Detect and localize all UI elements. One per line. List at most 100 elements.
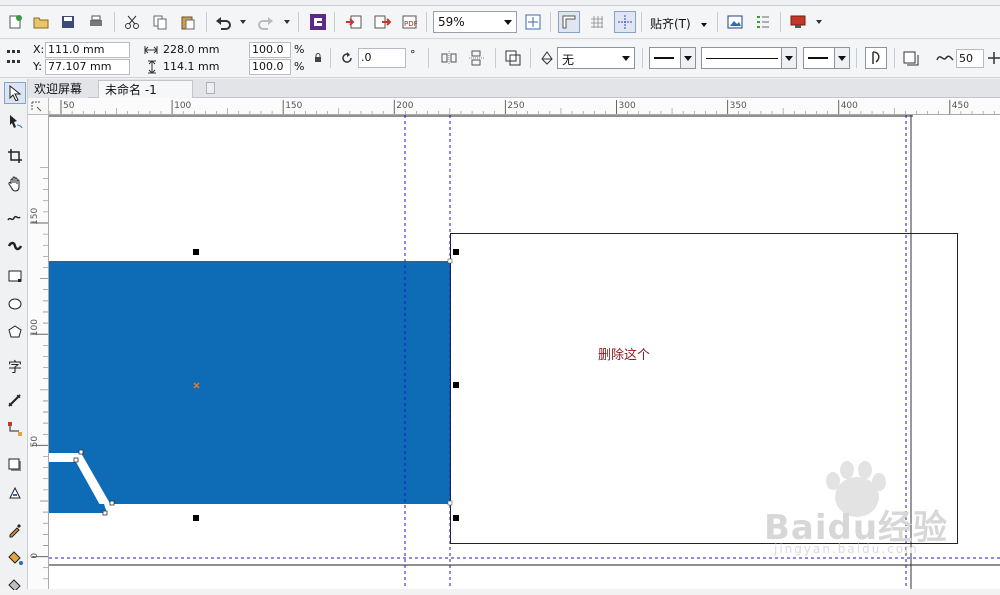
ruler-origin[interactable] xyxy=(28,98,49,115)
node-handle[interactable] xyxy=(73,457,79,463)
ellipse-icon xyxy=(8,298,22,310)
artistic-media-tool[interactable] xyxy=(4,235,26,257)
selection-handle-right[interactable] xyxy=(453,382,459,388)
polygon-tool[interactable] xyxy=(4,321,26,343)
rectangle-tool[interactable] xyxy=(4,265,26,287)
width-field[interactable]: 228.0 mm xyxy=(160,42,245,58)
publish-pdf-button[interactable]: PDF xyxy=(399,11,421,33)
lock-ratio-icon[interactable] xyxy=(313,53,323,63)
ruler-tick-label: 100 xyxy=(30,319,40,336)
show-grid-button[interactable] xyxy=(586,11,608,33)
corner-node[interactable] xyxy=(447,500,453,506)
snap-to-label: 贴齐(T) xyxy=(650,17,691,31)
tab-welcome-screen[interactable]: 欢迎屏幕 xyxy=(28,80,89,98)
line-style-selector[interactable] xyxy=(701,47,797,69)
mirror-horizontal-icon[interactable] xyxy=(440,50,458,66)
outlined-rectangle-shape[interactable] xyxy=(450,233,958,544)
options-button[interactable] xyxy=(752,11,774,33)
start-arrowhead-selector[interactable] xyxy=(649,47,696,69)
shape-tool[interactable] xyxy=(4,110,26,132)
node-handle[interactable] xyxy=(78,449,84,455)
freehand-tool[interactable] xyxy=(4,207,26,229)
ruler-tick-label: 250 xyxy=(507,101,524,111)
separator xyxy=(530,48,531,68)
wrap-text-icon[interactable] xyxy=(504,49,522,67)
redo-button[interactable] xyxy=(255,11,277,33)
zoom-level-combo[interactable]: 59% xyxy=(433,11,517,33)
scale-y-field[interactable]: 100.0 xyxy=(249,59,291,75)
y-position-field[interactable]: 77.107 mm xyxy=(45,59,130,75)
ruler-origin-icon xyxy=(31,101,42,112)
export-icon xyxy=(374,15,391,29)
crop-tool[interactable] xyxy=(4,145,26,167)
separator xyxy=(856,48,857,68)
drop-shadow-tool[interactable] xyxy=(4,454,26,476)
separator xyxy=(495,48,496,68)
horizontal-ruler[interactable]: 50 100 150 200 250 300 350 400 450 xyxy=(49,98,1000,115)
x-position-field[interactable]: 111.0 mm xyxy=(45,42,130,58)
close-curve-button[interactable] xyxy=(865,47,887,69)
blue-lower-strip xyxy=(49,504,107,513)
move-icon[interactable] xyxy=(988,52,1000,64)
selection-handle-bottom[interactable] xyxy=(193,515,199,521)
print-button[interactable] xyxy=(85,11,107,33)
corel-connect-button[interactable] xyxy=(307,11,329,33)
new-tab-button[interactable] xyxy=(206,82,215,94)
new-document-button[interactable] xyxy=(4,11,26,33)
undo-button[interactable] xyxy=(212,11,234,33)
import-button[interactable] xyxy=(343,11,365,33)
selection-handle-top[interactable] xyxy=(193,249,199,255)
cut-button[interactable] xyxy=(121,11,143,33)
show-rulers-button[interactable] xyxy=(558,11,580,33)
tab-untitled-document[interactable]: 未命名 -1 xyxy=(98,80,193,98)
selection-handle-bottom-right[interactable] xyxy=(453,515,459,521)
fill-selector[interactable]: 无 xyxy=(557,47,635,69)
object-origin-icon[interactable] xyxy=(6,49,22,65)
connector-tool[interactable] xyxy=(4,418,26,440)
undo-dropdown-caret[interactable] xyxy=(240,20,246,24)
separator xyxy=(894,48,895,68)
to-front-icon[interactable] xyxy=(902,50,920,68)
text-tool[interactable]: 字 xyxy=(4,355,26,377)
save-button[interactable] xyxy=(57,11,79,33)
pan-tool[interactable] xyxy=(4,173,26,195)
interactive-fill-tool[interactable] xyxy=(4,547,26,569)
export-button[interactable] xyxy=(371,11,393,33)
show-guidelines-button[interactable] xyxy=(614,11,636,33)
end-arrowhead-selector[interactable] xyxy=(803,47,850,69)
redo-dropdown-caret[interactable] xyxy=(284,20,290,24)
zoom-to-page-button[interactable] xyxy=(522,11,544,33)
line-start-preview xyxy=(654,57,674,59)
printer-icon xyxy=(90,15,102,26)
node-handle[interactable] xyxy=(102,510,108,516)
connector-icon xyxy=(8,422,22,436)
launcher-icon xyxy=(790,15,806,28)
welcome-screen-button[interactable] xyxy=(724,11,746,33)
pick-tool[interactable] xyxy=(4,82,26,104)
application-launcher-button[interactable] xyxy=(787,11,809,33)
open-button[interactable] xyxy=(30,11,52,33)
height-field[interactable]: 114.1 mm xyxy=(160,59,245,75)
vertical-ruler[interactable]: 150 100 50 0 xyxy=(28,115,49,589)
transparency-tool[interactable] xyxy=(4,482,26,504)
mirror-vertical-icon[interactable] xyxy=(468,50,486,66)
drawing-canvas[interactable]: 删除这个 Baidu经验 jingyan.baidu.com xyxy=(49,115,1000,589)
smoothing-field[interactable]: 50 xyxy=(956,49,984,68)
rotation-angle-field[interactable]: .0 xyxy=(358,48,406,68)
snap-to-menu[interactable]: 贴齐(T) xyxy=(650,15,707,32)
chevron-down-icon xyxy=(680,48,695,68)
dimension-tool[interactable] xyxy=(4,390,26,412)
selection-handle-top-right[interactable] xyxy=(453,249,459,255)
corner-node[interactable] xyxy=(447,258,453,264)
smart-fill-tool[interactable] xyxy=(4,573,26,595)
copy-button[interactable] xyxy=(149,11,171,33)
paste-button[interactable] xyxy=(177,11,199,33)
launcher-dropdown-caret[interactable] xyxy=(816,20,822,24)
folder-icon xyxy=(33,17,49,29)
blue-rectangle-shape[interactable] xyxy=(49,261,450,504)
node-handle[interactable] xyxy=(109,500,115,506)
eyedropper-tool[interactable] xyxy=(4,519,26,541)
separator xyxy=(334,12,335,32)
ellipse-tool[interactable] xyxy=(4,293,26,315)
scale-x-field[interactable]: 100.0 xyxy=(249,42,291,58)
